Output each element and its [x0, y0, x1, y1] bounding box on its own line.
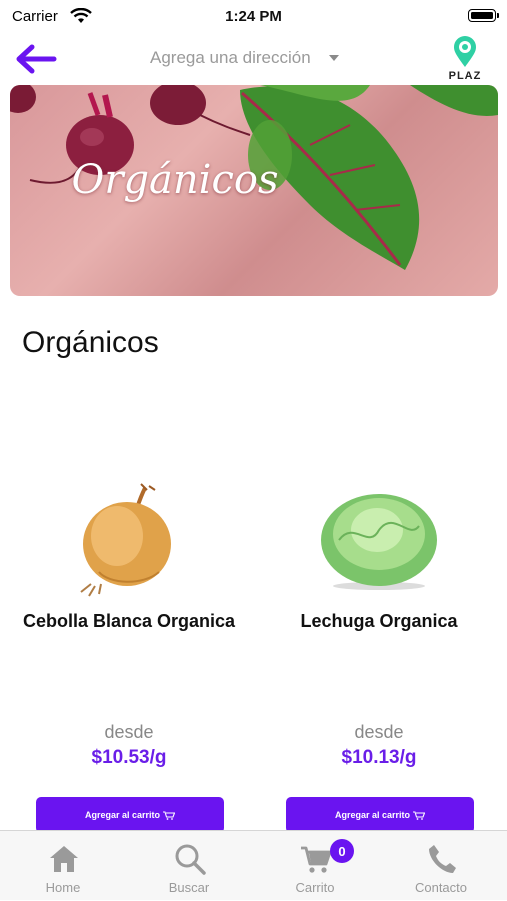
page-title: Orgánicos	[22, 326, 159, 359]
nav-bar: Agrega una dirección PLAZ	[0, 34, 507, 84]
logo-text: PLAZ	[448, 70, 482, 82]
address-label: Agrega una dirección	[150, 48, 311, 67]
cart-icon	[413, 810, 426, 820]
product-price: $10.13/g	[341, 747, 417, 768]
add-to-cart-label: Agregar al carrito	[334, 810, 411, 820]
cart-icon	[301, 846, 332, 873]
tab-cart-label: Carrito	[295, 880, 335, 895]
tab-bar: Home Buscar 0 Carrito Contacto	[0, 830, 507, 900]
lettuce-image	[321, 494, 437, 590]
product-card[interactable]: Lechuga Organica desde $10.13/g Agregar …	[264, 470, 494, 833]
cart-icon	[163, 810, 176, 820]
cart-badge: 0	[330, 839, 354, 863]
product-card[interactable]: Cebolla Blanca Organica desde $10.53/g A…	[14, 470, 244, 833]
tab-contact-label: Contacto	[414, 880, 468, 895]
price-prefix: desde	[354, 722, 404, 742]
tab-cart[interactable]: 0 Carrito	[252, 831, 378, 901]
price-prefix: desde	[104, 722, 154, 742]
clock: 1:24 PM	[225, 8, 282, 25]
product-price: $10.53/g	[91, 747, 167, 768]
back-arrow-icon[interactable]	[12, 42, 60, 76]
tab-contact[interactable]: Contacto	[378, 831, 504, 901]
status-bar: Carrier 1:24 PM	[0, 0, 507, 34]
search-icon	[175, 844, 206, 875]
phone-icon	[429, 845, 456, 873]
tab-search-label: Buscar	[168, 880, 210, 895]
tab-home-label: Home	[45, 880, 81, 895]
address-selector[interactable]: Agrega una dirección	[150, 46, 380, 70]
banner-title: Orgánicos	[71, 157, 279, 203]
product-name: Lechuga Organica	[300, 611, 458, 631]
app-logo[interactable]: PLAZ	[440, 36, 490, 84]
add-to-cart-button[interactable]: Agregar al carrito	[36, 797, 224, 833]
add-to-cart-label: Agregar al carrito	[84, 810, 161, 820]
onion-image	[80, 483, 171, 597]
tab-home[interactable]: Home	[0, 831, 126, 901]
tab-search[interactable]: Buscar	[126, 831, 252, 901]
product-name: Cebolla Blanca Organica	[22, 611, 236, 631]
home-icon	[50, 846, 78, 872]
chevron-down-icon	[328, 55, 339, 61]
pin-logo-icon	[454, 36, 476, 67]
battery-icon	[468, 9, 499, 22]
add-to-cart-button[interactable]: Agregar al carrito	[286, 797, 474, 833]
category-banner: Orgánicos	[10, 85, 498, 296]
